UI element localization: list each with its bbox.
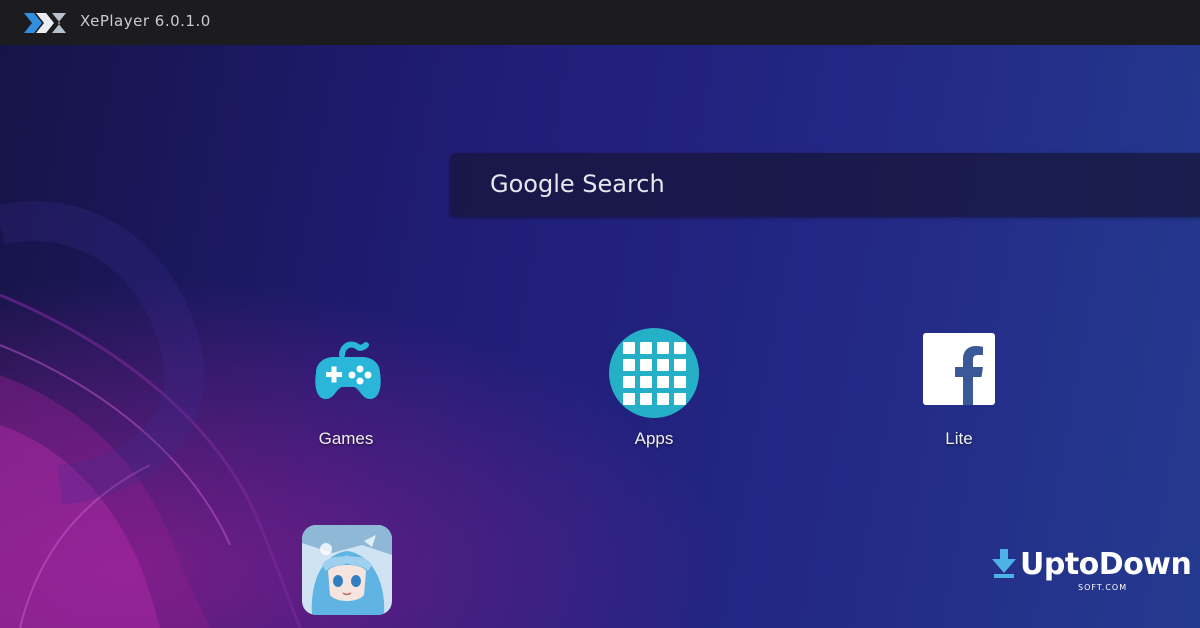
- gamepad-icon: [298, 325, 394, 421]
- app-games[interactable]: Games: [276, 325, 416, 449]
- window-title: XePlayer 6.0.1.0: [80, 12, 211, 30]
- search-label: Google Search: [490, 170, 665, 198]
- app-facebook-lite[interactable]: Lite: [889, 325, 1029, 449]
- app-drawer-icon: [606, 325, 702, 421]
- app-label: Games: [318, 429, 374, 448]
- uptodown-watermark: UptoDown SOFT.COM: [990, 547, 1192, 617]
- facebook-icon: [911, 325, 1007, 421]
- anime-game-icon[interactable]: [302, 525, 392, 615]
- watermark-text: UptoDown: [1020, 547, 1192, 582]
- app-label: Lite: [945, 429, 973, 448]
- xeplayer-logo-icon: [24, 13, 66, 33]
- app-drawer[interactable]: Apps: [584, 325, 724, 449]
- google-search-bar[interactable]: Google Search: [450, 153, 1200, 217]
- title-bar: XePlayer 6.0.1.0: [0, 0, 1200, 45]
- download-arrow-icon: [992, 549, 1016, 578]
- android-home-screen: Google Search Games Apps Lite UptoDown S…: [0, 45, 1200, 628]
- app-label: Apps: [634, 429, 674, 448]
- watermark-subtext: SOFT.COM: [1078, 583, 1128, 592]
